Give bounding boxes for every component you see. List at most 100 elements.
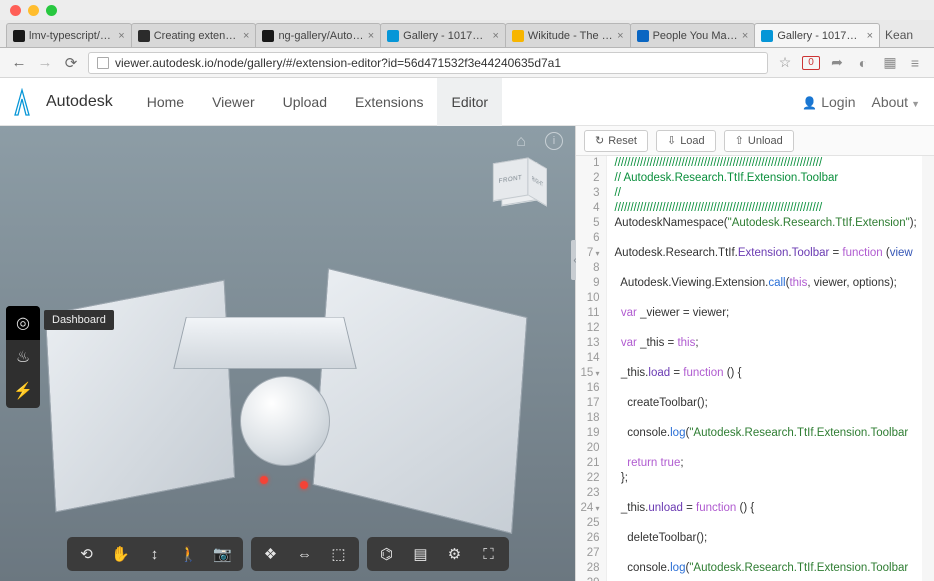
load-button[interactable]: ⇩Load xyxy=(656,130,716,152)
code-line[interactable]: 10 xyxy=(576,291,934,306)
code-line[interactable]: 16 xyxy=(576,381,934,396)
code-text[interactable]: AutodeskNamespace("Autodesk.Research.TtI… xyxy=(606,216,934,231)
code-text[interactable]: deleteToolbar(); xyxy=(606,531,934,546)
code-text[interactable]: // Autodesk.Research.TtIf.Extension.Tool… xyxy=(606,171,934,186)
code-text[interactable]: ////////////////////////////////////////… xyxy=(606,201,934,216)
code-editor[interactable]: 1///////////////////////////////////////… xyxy=(576,156,934,581)
share-icon[interactable]: ➦ xyxy=(828,54,846,72)
code-line[interactable]: 8 xyxy=(576,261,934,276)
code-line[interactable]: 4///////////////////////////////////////… xyxy=(576,201,934,216)
properties-icon[interactable]: ▤ xyxy=(405,541,437,567)
fullscreen-icon[interactable]: ⛶ xyxy=(473,541,505,567)
browser-tab[interactable]: Creating extension× xyxy=(131,23,257,47)
code-text[interactable]: Autodesk.Viewing.Extension.call(this, vi… xyxy=(606,276,934,291)
code-text[interactable] xyxy=(606,516,934,531)
code-text[interactable]: var _this = this; xyxy=(606,336,934,351)
code-line[interactable]: 22 }; xyxy=(576,471,934,486)
nav-item-viewer[interactable]: Viewer xyxy=(198,78,269,126)
address-input[interactable]: viewer.autodesk.io/node/gallery/#/extens… xyxy=(88,52,768,74)
code-text[interactable] xyxy=(606,291,934,306)
code-line[interactable]: 15 ▾ _this.load = function () { xyxy=(576,366,934,381)
code-line[interactable]: 1///////////////////////////////////////… xyxy=(576,156,934,171)
menu-icon[interactable]: ≡ xyxy=(906,54,924,72)
close-icon[interactable]: × xyxy=(492,30,498,42)
window-controls[interactable] xyxy=(0,0,934,20)
settings-icon[interactable]: ⚙ xyxy=(439,541,471,567)
code-text[interactable]: console.log("Autodesk.Research.TtIf.Exte… xyxy=(606,426,934,441)
profile-icon[interactable]: ◐ xyxy=(854,54,872,72)
browser-tab[interactable]: ng-gallery/Autodes× xyxy=(255,23,381,47)
maximize-window-icon[interactable] xyxy=(46,5,57,16)
code-line[interactable]: 27 xyxy=(576,546,934,561)
code-text[interactable]: var _viewer = viewer; xyxy=(606,306,934,321)
bolt-icon[interactable]: ⚡ xyxy=(6,374,40,408)
code-text[interactable]: Autodesk.Research.TtIf.Extension.Toolbar… xyxy=(606,246,934,261)
code-line[interactable]: 14 xyxy=(576,351,934,366)
code-text[interactable] xyxy=(606,486,934,501)
camera-icon[interactable]: 📷 xyxy=(207,541,239,567)
grid-icon[interactable]: ▦ xyxy=(880,54,898,72)
nav-item-upload[interactable]: Upload xyxy=(269,78,341,126)
code-line[interactable]: 6 xyxy=(576,231,934,246)
code-text[interactable]: ////////////////////////////////////////… xyxy=(606,156,934,171)
code-text[interactable]: }; xyxy=(606,471,934,486)
measure-icon[interactable]: ⇔ xyxy=(289,541,321,567)
code-line[interactable]: 29 xyxy=(576,576,934,581)
browser-tab[interactable]: Gallery - 10175Va× xyxy=(754,23,880,47)
code-text[interactable]: return true; xyxy=(606,456,934,471)
login-link[interactable]: 👤Login xyxy=(802,94,855,110)
orbit-icon[interactable]: ⟲ xyxy=(71,541,103,567)
code-line[interactable]: 21 return true; xyxy=(576,456,934,471)
code-line[interactable]: 26 deleteToolbar(); xyxy=(576,531,934,546)
code-text[interactable] xyxy=(606,321,934,336)
browser-tab[interactable]: Wikitude - The Wo× xyxy=(505,23,631,47)
code-text[interactable] xyxy=(606,381,934,396)
code-text[interactable]: // xyxy=(606,186,934,201)
code-line[interactable]: 23 xyxy=(576,486,934,501)
code-line[interactable]: 9 Autodesk.Viewing.Extension.call(this, … xyxy=(576,276,934,291)
viewcube-right[interactable]: RIGHT xyxy=(528,157,547,206)
close-icon[interactable]: × xyxy=(867,30,873,42)
close-icon[interactable]: × xyxy=(368,30,374,42)
pan-icon[interactable]: ✋ xyxy=(105,541,137,567)
code-line[interactable]: 13 var _this = this; xyxy=(576,336,934,351)
back-icon[interactable]: ← xyxy=(10,54,28,72)
viewcube-front[interactable]: FRONT xyxy=(493,157,528,201)
nav-brand[interactable]: Autodesk xyxy=(46,77,133,127)
code-text[interactable] xyxy=(606,546,934,561)
explode-icon[interactable]: ❖ xyxy=(255,541,287,567)
code-line[interactable]: 19 console.log("Autodesk.Research.TtIf.E… xyxy=(576,426,934,441)
code-line[interactable]: 25 xyxy=(576,516,934,531)
code-line[interactable]: 7 ▾Autodesk.Research.TtIf.Extension.Tool… xyxy=(576,246,934,261)
code-text[interactable] xyxy=(606,441,934,456)
reset-button[interactable]: ↻Reset xyxy=(584,130,648,152)
code-line[interactable]: 28 console.log("Autodesk.Research.TtIf.E… xyxy=(576,561,934,576)
dolly-icon[interactable]: ↕ xyxy=(139,541,171,567)
close-icon[interactable]: × xyxy=(742,30,748,42)
close-window-icon[interactable] xyxy=(10,5,21,16)
code-line[interactable]: 18 xyxy=(576,411,934,426)
about-dropdown[interactable]: About▼ xyxy=(871,94,920,110)
code-text[interactable]: createToolbar(); xyxy=(606,396,934,411)
star-icon[interactable]: ☆ xyxy=(776,54,794,72)
walk-icon[interactable]: 🚶 xyxy=(173,541,205,567)
nav-item-home[interactable]: Home xyxy=(133,78,198,126)
target-icon[interactable]: ◎ xyxy=(6,306,40,340)
browser-tab[interactable]: lmv-typescript/Sim× xyxy=(6,23,132,47)
flame-icon[interactable]: ♨ xyxy=(6,340,40,374)
code-line[interactable]: 3// xyxy=(576,186,934,201)
reload-icon[interactable]: ⟳ xyxy=(62,54,80,72)
close-icon[interactable]: × xyxy=(243,30,249,42)
forward-icon[interactable]: → xyxy=(36,54,54,72)
browser-tab[interactable]: People You May Kn× xyxy=(630,23,756,47)
code-text[interactable]: _this.unload = function () { xyxy=(606,501,934,516)
unload-button[interactable]: ⇧Unload xyxy=(724,130,794,152)
code-text[interactable]: console.log("Autodesk.Research.TtIf.Exte… xyxy=(606,561,934,576)
cube-icon[interactable]: ⬚ xyxy=(323,541,355,567)
nav-item-extensions[interactable]: Extensions xyxy=(341,78,437,126)
code-text[interactable] xyxy=(606,261,934,276)
info-icon[interactable]: i xyxy=(545,132,563,150)
code-line[interactable]: 2// Autodesk.Research.TtIf.Extension.Too… xyxy=(576,171,934,186)
nav-item-editor[interactable]: Editor xyxy=(437,78,502,126)
code-line[interactable]: 5AutodeskNamespace("Autodesk.Research.Tt… xyxy=(576,216,934,231)
